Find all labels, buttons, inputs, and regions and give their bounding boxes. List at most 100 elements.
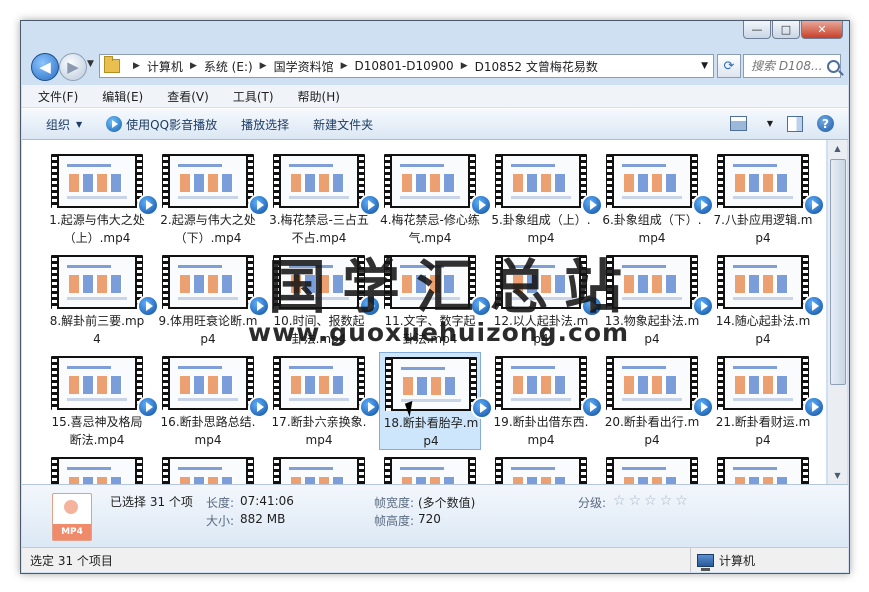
file-item[interactable] bbox=[157, 453, 259, 484]
preview-pane-icon[interactable] bbox=[787, 115, 803, 132]
change-view-icon[interactable] bbox=[729, 116, 747, 131]
file-item[interactable]: 19.断卦出借东西.mp4 bbox=[490, 352, 603, 450]
help-icon[interactable]: ? bbox=[817, 115, 834, 132]
frame-height-label: 帧高度: bbox=[374, 514, 415, 528]
scrollbar-thumb[interactable] bbox=[830, 159, 846, 385]
file-name: 18.断卦看胎孕.mp4 bbox=[383, 416, 479, 448]
breadcrumb-current-folder[interactable]: D10852 文曾梅花易数 bbox=[475, 58, 598, 75]
file-item[interactable]: 16.断卦思路总结.mp4 bbox=[157, 352, 270, 450]
thumbnail-screen bbox=[392, 257, 468, 307]
rating-stars[interactable]: ☆ ☆ ☆ ☆ ☆ bbox=[613, 493, 688, 509]
file-name: 4.梅花禁忌-修心练气.mp4 bbox=[380, 213, 480, 245]
file-item[interactable]: 17.断卦六亲换象.mp4 bbox=[268, 352, 381, 450]
thumbnail-screen bbox=[170, 156, 246, 206]
play-selection-button[interactable]: 播放选择 bbox=[241, 116, 289, 133]
file-item[interactable]: 10.时间、报数起卦法.mp4 bbox=[268, 251, 381, 349]
star-icon[interactable]: ☆ bbox=[660, 493, 673, 509]
file-item[interactable]: 13.物象起卦法.mp4 bbox=[601, 251, 714, 349]
video-thumbnail bbox=[162, 457, 254, 484]
refresh-icon[interactable]: ⟳ bbox=[717, 54, 741, 78]
file-name: 14.随心起卦法.mp4 bbox=[715, 314, 811, 346]
chevron-right-icon[interactable]: ▶ bbox=[341, 61, 348, 71]
file-name: 20.断卦看出行.mp4 bbox=[604, 415, 700, 447]
file-item[interactable]: 8.解卦前三要.mp4 bbox=[46, 251, 159, 349]
file-name: 1.起源与伟大之处（上）.mp4 bbox=[49, 213, 145, 245]
menu-help[interactable]: 帮助(H) bbox=[298, 88, 340, 105]
file-item[interactable]: 15.喜忌神及格局断法.mp4 bbox=[46, 352, 159, 450]
chevron-right-icon[interactable]: ▶ bbox=[461, 61, 468, 71]
breadcrumb-drive-e[interactable]: 系统 (E:) bbox=[204, 58, 253, 75]
maximize-button[interactable]: □ bbox=[772, 21, 800, 39]
video-thumbnail bbox=[495, 356, 587, 410]
file-item[interactable]: 2.起源与伟大之处（下）.mp4 bbox=[157, 150, 270, 248]
forward-arrow-icon[interactable]: ▶ bbox=[59, 53, 87, 81]
file-item[interactable]: 11.文字、数字起卦法.mp4 bbox=[379, 251, 492, 349]
search-input[interactable] bbox=[749, 58, 825, 74]
view-options-dropdown-icon[interactable]: ▼ bbox=[767, 119, 773, 128]
organize-button[interactable]: 组织 ▼ bbox=[46, 116, 82, 133]
star-icon[interactable]: ☆ bbox=[629, 493, 642, 509]
file-item[interactable]: 7.八卦应用逻辑.mp4 bbox=[712, 150, 825, 248]
file-item[interactable]: 21.断卦看财运.mp4 bbox=[712, 352, 825, 450]
chevron-right-icon[interactable]: ▶ bbox=[190, 61, 197, 71]
menu-tools[interactable]: 工具(T) bbox=[233, 88, 274, 105]
file-item[interactable]: 18.断卦看胎孕.mp4 bbox=[379, 352, 493, 450]
search-icon[interactable] bbox=[827, 59, 840, 73]
chevron-right-icon[interactable]: ▶ bbox=[260, 61, 267, 71]
file-item[interactable]: 3.梅花禁忌-三占五不占.mp4 bbox=[268, 150, 381, 248]
explorer-window: — □ ✕ ◀ ▶ ▼ ▶ 计算机 ▶ 系统 (E:) ▶ 国学资料馆 ▶ D1… bbox=[20, 20, 850, 574]
menu-view[interactable]: 查看(V) bbox=[167, 88, 209, 105]
file-item[interactable]: 9.体用旺衰论断.mp4 bbox=[157, 251, 270, 349]
file-item[interactable] bbox=[268, 453, 370, 484]
vertical-scrollbar[interactable]: ▲ ▼ bbox=[827, 140, 847, 484]
file-list[interactable]: 1.起源与伟大之处（上）.mp4 2.起源与伟大之处（下）.mp4 3.梅花禁忌-三… bbox=[22, 140, 826, 484]
file-item[interactable]: 12.以人起卦法.mp4 bbox=[490, 251, 603, 349]
menu-file[interactable]: 文件(F) bbox=[38, 88, 78, 105]
video-thumbnail bbox=[606, 356, 698, 410]
video-thumbnail bbox=[162, 255, 254, 309]
thumbnail-screen bbox=[281, 459, 357, 484]
file-name: 13.物象起卦法.mp4 bbox=[604, 314, 700, 346]
video-thumbnail bbox=[717, 255, 809, 309]
star-icon[interactable]: ☆ bbox=[613, 493, 626, 509]
file-name: 17.断卦六亲换象.mp4 bbox=[271, 415, 367, 447]
address-bar[interactable]: ▶ 计算机 ▶ 系统 (E:) ▶ 国学资料馆 ▶ D10801-D10900 … bbox=[99, 54, 714, 78]
address-dropdown-icon[interactable]: ▼ bbox=[701, 61, 708, 71]
thumbnail-screen bbox=[503, 156, 579, 206]
file-item[interactable]: 14.随心起卦法.mp4 bbox=[712, 251, 825, 349]
file-item[interactable] bbox=[379, 453, 481, 484]
file-item[interactable] bbox=[46, 453, 148, 484]
file-item[interactable] bbox=[712, 453, 814, 484]
file-item[interactable]: 6.卦象组成（下）.mp4 bbox=[601, 150, 714, 248]
thumbnail-screen bbox=[59, 257, 135, 307]
scroll-up-icon[interactable]: ▲ bbox=[828, 140, 847, 157]
file-name: 9.体用旺衰论断.mp4 bbox=[158, 314, 258, 346]
back-arrow-icon[interactable]: ◀ bbox=[31, 53, 59, 81]
breadcrumb-computer[interactable]: 计算机 bbox=[147, 58, 183, 75]
scroll-down-icon[interactable]: ▼ bbox=[828, 467, 847, 484]
size-label: 大小: bbox=[206, 514, 235, 528]
new-folder-button[interactable]: 新建文件夹 bbox=[313, 116, 373, 133]
file-item[interactable]: 5.卦象组成（上）.mp4 bbox=[490, 150, 603, 248]
thumbnail-screen bbox=[59, 358, 135, 408]
thumbnail-screen bbox=[614, 358, 690, 408]
search-box[interactable] bbox=[743, 54, 841, 78]
chevron-right-icon[interactable]: ▶ bbox=[133, 61, 140, 71]
star-icon[interactable]: ☆ bbox=[644, 493, 657, 509]
star-icon[interactable]: ☆ bbox=[675, 493, 688, 509]
qq-player-button[interactable]: 使用QQ影音播放 bbox=[106, 116, 217, 133]
menu-edit[interactable]: 编辑(E) bbox=[102, 88, 143, 105]
close-button[interactable]: ✕ bbox=[801, 21, 843, 39]
file-name: 3.梅花禁忌-三占五不占.mp4 bbox=[269, 213, 369, 245]
minimize-button[interactable]: — bbox=[743, 21, 771, 39]
file-item[interactable] bbox=[490, 453, 592, 484]
file-item[interactable]: 1.起源与伟大之处（上）.mp4 bbox=[46, 150, 159, 248]
video-thumbnail bbox=[273, 255, 365, 309]
video-thumbnail bbox=[273, 457, 365, 484]
file-item[interactable]: 20.断卦看出行.mp4 bbox=[601, 352, 714, 450]
breadcrumb-guoxue[interactable]: 国学资料馆 bbox=[274, 58, 334, 75]
file-item[interactable] bbox=[601, 453, 703, 484]
recent-pages-dropdown-icon[interactable]: ▼ bbox=[87, 59, 94, 69]
breadcrumb-range[interactable]: D10801-D10900 bbox=[355, 59, 454, 73]
file-item[interactable]: 4.梅花禁忌-修心练气.mp4 bbox=[379, 150, 492, 248]
